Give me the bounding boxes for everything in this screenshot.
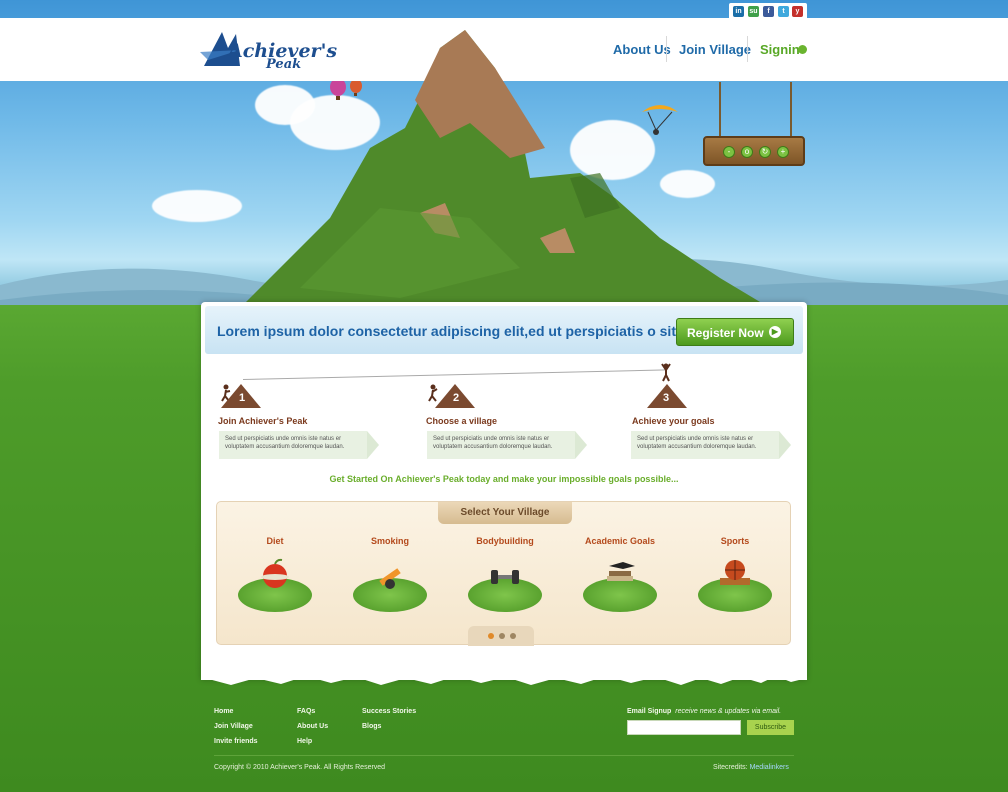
footer-link-about-us[interactable]: About Us	[297, 723, 328, 730]
main-panel: Lorem ipsum dolor consectetur adipiscing…	[201, 302, 807, 680]
cloud	[152, 190, 242, 222]
step-3-arrow-icon	[779, 431, 791, 459]
social-links: in su f t y	[729, 3, 807, 20]
email-signup-title: Email Signup	[627, 708, 672, 715]
copyright-text: Copyright © 2010 Achiever's Peak. All Ri…	[214, 764, 386, 771]
signin-arrow-icon	[798, 45, 807, 54]
village-label: Bodybuilding	[476, 536, 534, 546]
footer-link-join-village[interactable]: Join Village	[214, 723, 253, 730]
village-item-sports[interactable]: Sports	[690, 536, 780, 612]
sign-board: - o ↻ +	[703, 136, 805, 166]
step-1-arrow-icon	[367, 431, 379, 459]
village-label: Sports	[720, 536, 750, 546]
apple-icon	[261, 558, 289, 588]
step-1-text: Sed ut perspiciatis unde omnis iste natu…	[219, 431, 367, 459]
site-credits-label: Sitecredits:	[713, 764, 748, 771]
step-1-title: Join Achiever's Peak	[218, 416, 308, 426]
footer-link-invite-friends[interactable]: Invite friends	[214, 738, 258, 745]
pager-dot[interactable]	[510, 633, 516, 639]
books-icon	[607, 562, 635, 581]
village-selector: Select Your Village Diet Smoking Bodybui…	[216, 501, 791, 646]
zoom-out-icon[interactable]: -	[723, 146, 735, 158]
village-item-academic-goals[interactable]: Academic Goals	[575, 536, 665, 612]
village-title: Select Your Village	[438, 502, 572, 524]
progress-ridge-line	[242, 369, 667, 380]
register-button[interactable]: Register Now ▶	[676, 318, 794, 346]
footer-link-faqs[interactable]: FAQs	[297, 708, 315, 715]
email-signup-hint: receive news & updates via email.	[675, 708, 782, 715]
footer-link-success-stories[interactable]: Success Stories	[362, 708, 416, 715]
flag-climber-icon	[661, 363, 671, 382]
get-started-text: Get Started On Achiever's Peak today and…	[329, 474, 679, 484]
footer-link-help[interactable]: Help	[297, 738, 312, 745]
village-label: Academic Goals	[584, 536, 656, 546]
basketball-icon	[720, 560, 750, 585]
pager-dot-active[interactable]	[488, 633, 494, 639]
village-item-diet[interactable]: Diet	[230, 536, 320, 612]
torn-paper-edge	[201, 668, 807, 685]
email-signup-label: Email Signup receive news & updates via …	[627, 708, 781, 715]
facebook-icon[interactable]: f	[763, 6, 774, 17]
sign-rope	[790, 82, 792, 140]
zoom-in-icon[interactable]: +	[777, 146, 789, 158]
site-credits: Sitecredits: Medialinkers	[713, 764, 789, 771]
banner-text: Lorem ipsum dolor consectetur adipiscing…	[217, 323, 680, 339]
footer-divider	[214, 755, 794, 756]
step-2-number: 2	[453, 392, 460, 404]
step-2-arrow-icon	[575, 431, 587, 459]
twitter-icon[interactable]: t	[778, 6, 789, 17]
step-2-title: Choose a village	[426, 416, 498, 426]
dumbbell-icon	[491, 570, 519, 584]
cigarette-icon	[379, 568, 401, 589]
mountain-illustration	[240, 30, 770, 308]
footer-link-home[interactable]: Home	[214, 708, 233, 715]
carousel-pager	[468, 626, 534, 646]
step-3-title: Achieve your goals	[632, 416, 715, 426]
banner: Lorem ipsum dolor consectetur adipiscing…	[205, 306, 803, 354]
step-1-number: 1	[239, 392, 246, 404]
subscribe-button[interactable]: Subscribe	[747, 720, 794, 735]
step-3-number: 3	[663, 392, 670, 404]
register-label: Register Now	[687, 326, 764, 340]
village-item-smoking[interactable]: Smoking	[345, 536, 435, 612]
village-item-bodybuilding[interactable]: Bodybuilding	[460, 536, 550, 612]
village-label: Smoking	[370, 536, 409, 546]
step-2-text: Sed ut perspiciatis unde omnis iste natu…	[427, 431, 575, 459]
youtube-icon[interactable]: y	[792, 6, 803, 17]
refresh-icon[interactable]: ↻	[759, 146, 771, 158]
email-input[interactable]	[627, 720, 741, 735]
footer-link-blogs[interactable]: Blogs	[362, 723, 381, 730]
village-label: Diet	[266, 536, 284, 546]
sign-rope	[719, 82, 721, 140]
site-credits-link[interactable]: Medialinkers	[750, 764, 789, 771]
search-icon[interactable]: o	[741, 146, 753, 158]
stumbleupon-icon[interactable]: su	[748, 6, 759, 17]
linkedin-icon[interactable]: in	[733, 6, 744, 17]
play-arrow-icon: ▶	[769, 326, 781, 338]
pager-dot[interactable]	[499, 633, 505, 639]
step-3-text: Sed ut perspiciatis unde omnis iste natu…	[631, 431, 779, 459]
